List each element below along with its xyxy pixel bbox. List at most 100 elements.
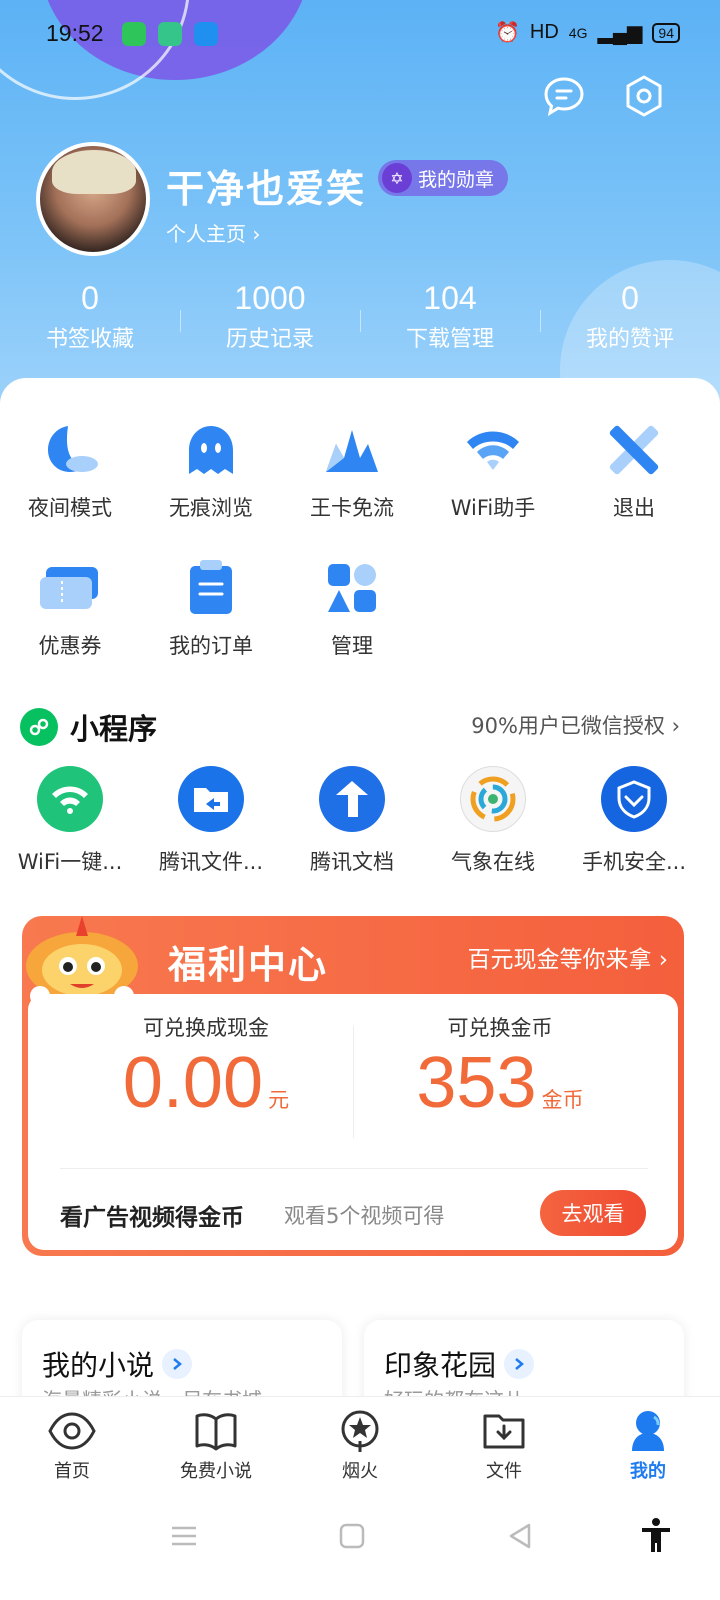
welfare-title: 福利中心 [168,943,329,987]
accessibility-icon[interactable] [636,1516,676,1556]
stat-bookmarks[interactable]: 0 书签收藏 [0,280,180,353]
tool-label: 优惠券 [38,634,102,658]
stat-value: 104 [423,280,477,316]
signal-icon: ▂▄▆ [597,22,643,44]
weather-swirl-icon [460,766,526,832]
tool-night-mode[interactable]: 夜间模式 [0,418,140,522]
battery-indicator: 94 [652,22,680,43]
card-title-row: 我的小说 [42,1344,193,1384]
status-bar: 19:52 ⏰ HD 4G ▂▄▆ 94 [0,0,720,70]
card-title-row: 印象花园 [384,1344,535,1384]
tool-label: WiFi助手 [450,496,536,520]
miniprogram-wifi[interactable]: WiFi一键... [0,766,140,876]
miniprogram-label: 腾讯文档 [310,850,394,874]
medal-icon: ✡ [382,163,412,193]
tencent-docs-icon [319,766,385,832]
firework-icon [336,1407,384,1455]
tool-manage[interactable]: 管理 [282,556,422,660]
cash-label: 可兑换成现金 [143,1016,269,1040]
stat-history[interactable]: 1000 历史记录 [180,280,360,353]
nav-label: 免费小说 [180,1461,252,1482]
nav-label: 烟火 [342,1461,378,1482]
stat-value: 0 [621,280,639,316]
miniprogram-tencent-files[interactable]: 腾讯文件... [141,766,281,876]
avatar-hair [52,150,136,194]
stats-row: 0 书签收藏 1000 历史记录 104 下载管理 0 我的赞评 [0,280,720,353]
divider [60,1168,648,1169]
stat-label: 我的赞评 [585,327,674,352]
nav-me[interactable]: 我的 [576,1397,720,1486]
home-square-icon[interactable] [332,1516,372,1556]
tool-exit[interactable]: 退出 [564,418,704,522]
menu-icon[interactable] [164,1516,204,1556]
tool-kingcard[interactable]: 王卡免流 [282,418,422,522]
order-icon [179,556,243,620]
folder-share-icon [178,766,244,832]
mini-programs-header: 小程序 [20,706,157,748]
welfare-cash-link[interactable]: 百元现金等你来拿 › [467,940,668,974]
signal-label: 4G [568,24,588,41]
coin-value: 353 [416,1043,537,1123]
chevron-right-icon [504,1349,535,1379]
stat-value: 0 [81,280,99,316]
cash-balance[interactable]: 可兑换成现金 0.00 元 [56,1012,356,1124]
section-title: 小程序 [70,712,158,746]
network-label: HD [529,21,559,43]
stat-label: 书签收藏 [45,327,134,352]
stat-downloads[interactable]: 104 下载管理 [360,280,540,353]
stat-label: 下载管理 [405,327,494,352]
lion-mascot-icon [12,910,152,1006]
settings-icon[interactable] [620,72,668,120]
crown-icon [320,418,384,482]
book-icon [192,1407,240,1455]
nav-fireworks[interactable]: 烟火 [288,1397,432,1486]
ad-task-subtitle: 观看5个视频可得 [284,1204,445,1228]
miniprogram-tencent-docs[interactable]: 腾讯文档 [282,766,422,876]
cash-unit: 元 [268,1088,290,1112]
status-time: 19:52 [46,20,104,46]
stat-label: 历史记录 [225,327,314,352]
nav-home[interactable]: 首页 [0,1397,144,1486]
ad-task-title: 看广告视频得金币 [60,1205,244,1231]
tool-orders[interactable]: 我的订单 [141,556,281,660]
back-triangle-icon[interactable] [500,1516,540,1556]
nav-label: 我的 [630,1461,666,1482]
miniprogram-phone-security[interactable]: 手机安全... [564,766,704,876]
watch-video-button[interactable]: 去观看 [540,1190,646,1236]
nav-free-novels[interactable]: 免费小说 [144,1397,288,1486]
wechat-miniprogram-icon [20,708,58,746]
miniprogram-label: 手机安全... [581,850,687,874]
card-title: 我的小说 [42,1349,155,1382]
status-indicators: ⏰ HD 4G ▂▄▆ 94 [495,20,680,45]
message-icon[interactable] [540,72,588,120]
profile-icon [624,1407,672,1455]
wechat-auth-link[interactable]: 90%用户已微信授权 › [471,710,680,740]
system-nav-bar [0,1486,720,1600]
shield-icon [601,766,667,832]
miniprogram-weather[interactable]: 气象在线 [423,766,563,876]
medal-badge[interactable]: ✡ 我的勋章 [378,160,509,196]
nav-label: 首页 [54,1461,90,1482]
tool-coupon[interactable]: 优惠券 [0,556,140,660]
username[interactable]: 干净也爱笑 [166,158,366,213]
nav-files[interactable]: 文件 [432,1397,576,1486]
coin-label: 可兑换金币 [447,1016,553,1040]
card-title: 印象花园 [384,1349,497,1382]
coin-balance[interactable]: 可兑换金币 353 金币 [350,1012,650,1124]
bottom-nav: 首页 免费小说 烟火 文件 我的 [0,1396,720,1486]
tool-label: 夜间模式 [28,496,112,520]
tool-label: 我的订单 [169,634,253,658]
tool-label: 退出 [613,496,655,520]
avatar[interactable] [36,142,150,256]
kugou-app-icon [194,22,218,46]
homepage-link[interactable]: 个人主页 › [166,218,260,247]
ghost-icon [179,418,243,482]
miniprogram-label: 腾讯文件... [158,850,264,874]
tool-label: 无痕浏览 [169,496,253,520]
stat-likes[interactable]: 0 我的赞评 [540,280,720,353]
tool-incognito[interactable]: 无痕浏览 [141,418,281,522]
tool-wifi[interactable]: WiFi助手 [423,418,563,522]
wifi-icon [461,418,525,482]
wifi-key-icon [37,766,103,832]
exit-icon [602,418,666,482]
